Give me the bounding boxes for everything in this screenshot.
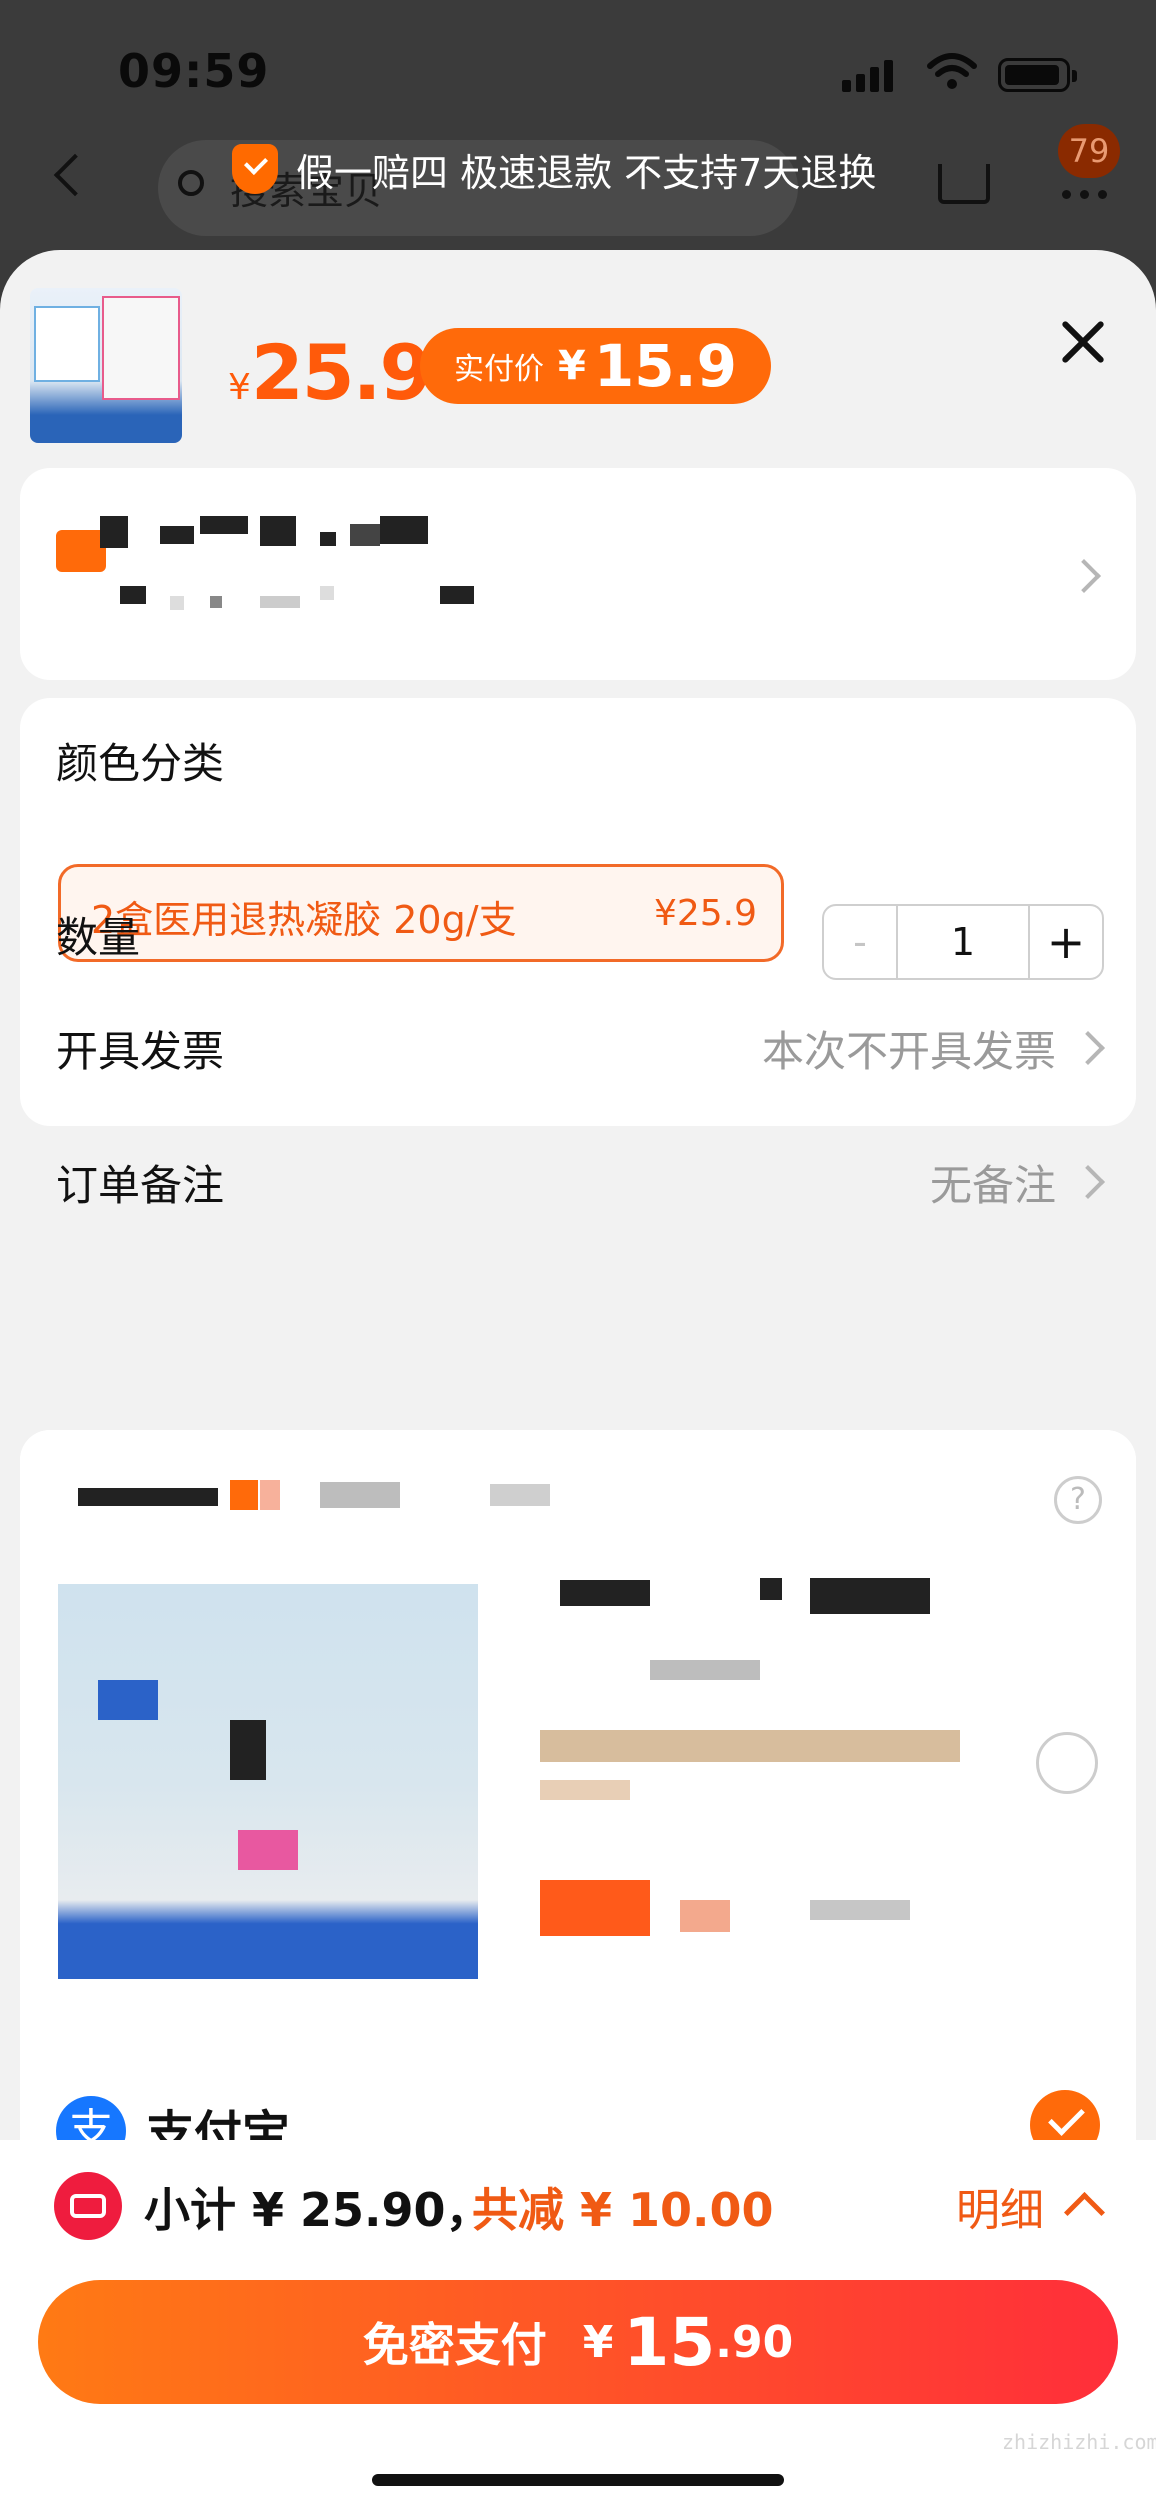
note-label: 订单备注	[56, 1161, 225, 1210]
redacted-block	[320, 586, 334, 600]
redacted-block	[440, 586, 474, 604]
redacted-block	[100, 516, 128, 548]
wifi-icon	[927, 53, 977, 89]
price-currency: ¥	[228, 367, 251, 408]
chevron-right-icon	[1071, 1031, 1105, 1065]
pay-button[interactable]: 免密支付 ¥ 15 .90	[38, 2280, 1118, 2404]
redacted-block	[540, 1880, 650, 1936]
redacted-block	[230, 1480, 258, 1510]
guarantee-banner: 假一赔四 极速退款 不支持7天退换	[296, 151, 877, 195]
coupon-icon	[54, 2172, 122, 2240]
redacted-block	[810, 1900, 910, 1920]
promo-radio[interactable]	[1036, 1732, 1098, 1794]
address-card[interactable]	[20, 468, 1136, 680]
note-value: 无备注	[929, 1161, 1056, 1210]
pay-currency: ¥	[582, 2316, 614, 2368]
help-icon[interactable]: ?	[1054, 1476, 1102, 1524]
redacted-block	[260, 516, 296, 546]
redacted-block	[380, 516, 428, 544]
redacted-block	[260, 1480, 280, 1510]
chevron-right-icon	[1071, 1165, 1105, 1199]
paid-price-value: 15.9	[593, 332, 737, 400]
watermark: zhizhizhi.com	[1002, 2430, 1156, 2454]
product-price: ¥25.9	[228, 328, 433, 417]
invoice-value: 本次不开具发票	[761, 1027, 1056, 1076]
redacted-block	[170, 596, 184, 610]
note-row[interactable]: 订单备注 无备注	[20, 1102, 1136, 1222]
signal-icon	[842, 58, 898, 92]
redacted-block	[230, 1720, 266, 1780]
pay-button-label: 免密支付	[362, 2318, 547, 2372]
promo-product-image[interactable]	[58, 1584, 478, 1979]
price-value: 25.9	[250, 328, 433, 417]
redacted-block	[260, 596, 300, 608]
more-icon[interactable]	[1062, 184, 1116, 203]
option-name: 2盒医用退热凝胶 20g/支	[91, 898, 517, 942]
chevron-right-icon	[1067, 559, 1101, 593]
redacted-block	[160, 526, 194, 544]
subtotal-text: 小计 ¥ 25.90，	[144, 2183, 492, 2237]
redacted-block	[540, 1780, 630, 1800]
quantity-label: 数量	[56, 913, 141, 962]
location-icon	[56, 530, 106, 572]
notification-badge: 79	[1058, 124, 1120, 178]
pay-amount-dec: .90	[715, 2316, 794, 2368]
detail-link[interactable]: 明细	[956, 2174, 1044, 2238]
redacted-block	[320, 1482, 400, 1508]
battery-icon	[998, 58, 1077, 92]
redacted-block	[200, 516, 248, 534]
redacted-block	[760, 1578, 782, 1600]
pay-amount-int: 15	[623, 2303, 716, 2381]
option-price: ¥25.9	[653, 893, 757, 934]
redacted-block	[560, 1580, 650, 1606]
checkout-bar: 小计 ¥ 25.90， 共减 ¥ 10.00 明细 免密支付 ¥ 15 .90 …	[0, 2140, 1156, 2501]
invoice-label: 开具发票	[56, 1027, 225, 1076]
redacted-block	[98, 1680, 158, 1720]
discount-text: 共减 ¥ 10.00	[472, 2183, 774, 2237]
status-time: 09:59	[118, 44, 270, 98]
redacted-block	[238, 1830, 298, 1870]
redacted-block	[78, 1488, 218, 1506]
home-indicator[interactable]	[372, 2474, 784, 2486]
close-icon[interactable]	[1054, 312, 1114, 372]
invoice-row[interactable]: 开具发票 本次不开具发票	[20, 968, 1136, 1108]
paid-currency: ¥	[558, 343, 586, 389]
option-chip-selected[interactable]: 2盒医用退热凝胶 20g/支 ¥25.9	[58, 864, 784, 962]
redacted-block	[350, 524, 380, 546]
paid-price-badge: 实付价 ¥ 15.9	[420, 328, 771, 404]
redacted-block	[490, 1484, 550, 1506]
paid-price-label: 实付价	[454, 352, 544, 387]
color-label: 颜色分类	[56, 739, 225, 788]
chevron-up-icon[interactable]	[1063, 2191, 1106, 2234]
search-icon	[178, 170, 204, 196]
redacted-block	[650, 1660, 760, 1680]
redacted-block	[810, 1578, 930, 1614]
shield-check-icon	[232, 144, 278, 194]
redacted-block	[320, 532, 336, 546]
redacted-block	[540, 1730, 960, 1762]
cart-icon[interactable]	[938, 164, 990, 204]
product-thumbnail[interactable]	[30, 288, 182, 443]
redacted-block	[680, 1900, 730, 1932]
redacted-block	[210, 596, 222, 608]
redacted-block	[120, 586, 146, 604]
